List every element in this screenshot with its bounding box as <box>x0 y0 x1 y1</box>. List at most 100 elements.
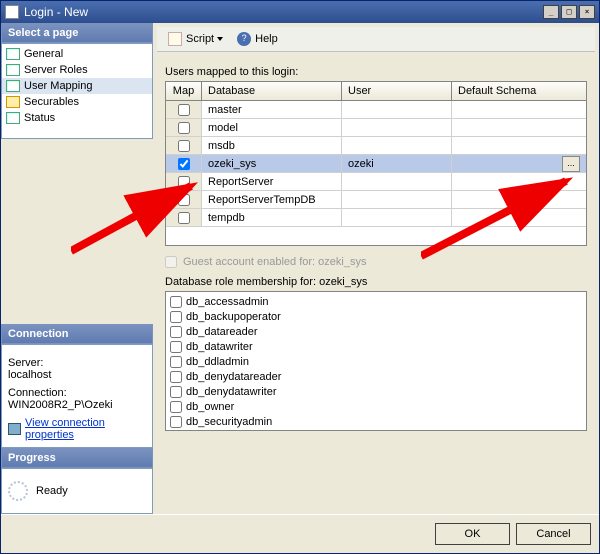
cell-database: ReportServerTempDB <box>202 191 342 208</box>
role-item[interactable]: db_datawriter <box>170 339 582 354</box>
map-checkbox[interactable] <box>178 158 190 170</box>
view-connection-properties-link[interactable]: View connection properties <box>8 417 146 441</box>
grid-header: Map Database User Default Schema <box>166 82 586 101</box>
role-item[interactable]: db_accessadmin <box>170 294 582 309</box>
cell-database: master <box>202 101 342 118</box>
cell-database: msdb <box>202 137 342 154</box>
cell-schema: ... <box>452 155 586 172</box>
progress-box: Ready <box>1 468 153 514</box>
page-general[interactable]: General <box>2 46 152 62</box>
role-checkbox[interactable] <box>170 431 182 432</box>
connection-value: WIN2008R2_P\Ozeki <box>8 399 146 411</box>
role-label: db_datareader <box>186 326 258 338</box>
key-icon <box>6 96 20 108</box>
role-label: db_denydatawriter <box>186 386 277 398</box>
role-item[interactable]: db_denydatareader <box>170 369 582 384</box>
table-row[interactable]: msdb <box>166 137 586 155</box>
cell-database: ReportServer <box>202 173 342 190</box>
role-item[interactable]: public <box>170 429 582 431</box>
page-icon <box>6 112 20 124</box>
role-label: db_ddladmin <box>186 356 249 368</box>
main-panel: Script ? Help Users mapped to this login… <box>153 23 599 514</box>
close-button[interactable]: × <box>579 5 595 19</box>
role-item[interactable]: db_ddladmin <box>170 354 582 369</box>
col-user[interactable]: User <box>342 82 452 100</box>
map-checkbox[interactable] <box>178 104 190 116</box>
table-row[interactable]: ReportServerTempDB <box>166 191 586 209</box>
maximize-button[interactable]: □ <box>561 5 577 19</box>
role-label: db_securityadmin <box>186 416 272 428</box>
page-icon <box>6 80 20 92</box>
titlebar[interactable]: Login - New _ □ × <box>1 1 599 23</box>
progress-text: Ready <box>36 485 68 497</box>
cell-schema <box>452 137 586 154</box>
help-button[interactable]: ? Help <box>230 29 285 49</box>
role-checkbox[interactable] <box>170 311 182 323</box>
map-checkbox[interactable] <box>178 176 190 188</box>
cell-schema <box>452 119 586 136</box>
table-row[interactable]: ozeki_sysozeki... <box>166 155 586 173</box>
user-mapping-grid: Map Database User Default Schema masterm… <box>165 81 587 246</box>
col-database[interactable]: Database <box>202 82 342 100</box>
page-user-mapping[interactable]: User Mapping <box>2 78 152 94</box>
role-checkbox[interactable] <box>170 326 182 338</box>
chevron-down-icon <box>217 37 223 41</box>
role-label: db_datawriter <box>186 341 253 353</box>
cell-user <box>342 119 452 136</box>
cancel-button[interactable]: Cancel <box>516 523 591 545</box>
cell-user <box>342 209 452 226</box>
role-checkbox[interactable] <box>170 371 182 383</box>
ok-button[interactable]: OK <box>435 523 510 545</box>
role-item[interactable]: db_owner <box>170 399 582 414</box>
cell-schema <box>452 191 586 208</box>
table-row[interactable]: model <box>166 119 586 137</box>
role-item[interactable]: db_datareader <box>170 324 582 339</box>
help-icon: ? <box>237 32 251 46</box>
page-label: Server Roles <box>24 64 88 76</box>
page-server-roles[interactable]: Server Roles <box>2 62 152 78</box>
grid-body: mastermodelmsdbozeki_sysozeki...ReportSe… <box>166 101 586 227</box>
window-icon <box>5 5 19 19</box>
cell-database: ozeki_sys <box>202 155 342 172</box>
table-row[interactable]: master <box>166 101 586 119</box>
role-label: db_backupoperator <box>186 311 281 323</box>
script-label: Script <box>186 33 214 45</box>
role-item[interactable]: db_backupoperator <box>170 309 582 324</box>
users-mapped-label: Users mapped to this login: <box>165 66 587 78</box>
col-map[interactable]: Map <box>166 82 202 100</box>
connection-box: Server: localhost Connection: WIN2008R2_… <box>1 344 153 448</box>
col-default-schema[interactable]: Default Schema <box>452 82 586 100</box>
roles-list[interactable]: db_accessadmin db_backupoperator db_datare… <box>165 291 587 431</box>
map-checkbox[interactable] <box>178 122 190 134</box>
page-securables[interactable]: Securables <box>2 94 152 110</box>
guest-checkbox <box>165 256 177 268</box>
role-label: db_denydatareader <box>186 371 281 383</box>
script-icon <box>168 32 182 46</box>
map-checkbox[interactable] <box>178 194 190 206</box>
page-label: Status <box>24 112 55 124</box>
role-item[interactable]: db_denydatawriter <box>170 384 582 399</box>
role-checkbox[interactable] <box>170 356 182 368</box>
schema-browse-button[interactable]: ... <box>562 156 580 172</box>
page-status[interactable]: Status <box>2 110 152 126</box>
minimize-button[interactable]: _ <box>543 5 559 19</box>
cell-user <box>342 137 452 154</box>
role-checkbox[interactable] <box>170 401 182 413</box>
map-checkbox[interactable] <box>178 212 190 224</box>
role-checkbox[interactable] <box>170 386 182 398</box>
table-row[interactable]: tempdb <box>166 209 586 227</box>
role-checkbox[interactable] <box>170 341 182 353</box>
table-row[interactable]: ReportServer <box>166 173 586 191</box>
cell-user <box>342 173 452 190</box>
map-checkbox[interactable] <box>178 140 190 152</box>
script-button[interactable]: Script <box>161 29 230 49</box>
page-list: General Server Roles User Mapping Secura… <box>1 43 153 139</box>
view-connection-properties-text[interactable]: View connection properties <box>25 417 146 441</box>
cell-schema <box>452 101 586 118</box>
server-label: Server: <box>8 357 146 369</box>
role-checkbox[interactable] <box>170 416 182 428</box>
footer: OK Cancel <box>1 514 599 553</box>
role-item[interactable]: db_securityadmin <box>170 414 582 429</box>
role-checkbox[interactable] <box>170 296 182 308</box>
connection-header: Connection <box>1 324 153 344</box>
